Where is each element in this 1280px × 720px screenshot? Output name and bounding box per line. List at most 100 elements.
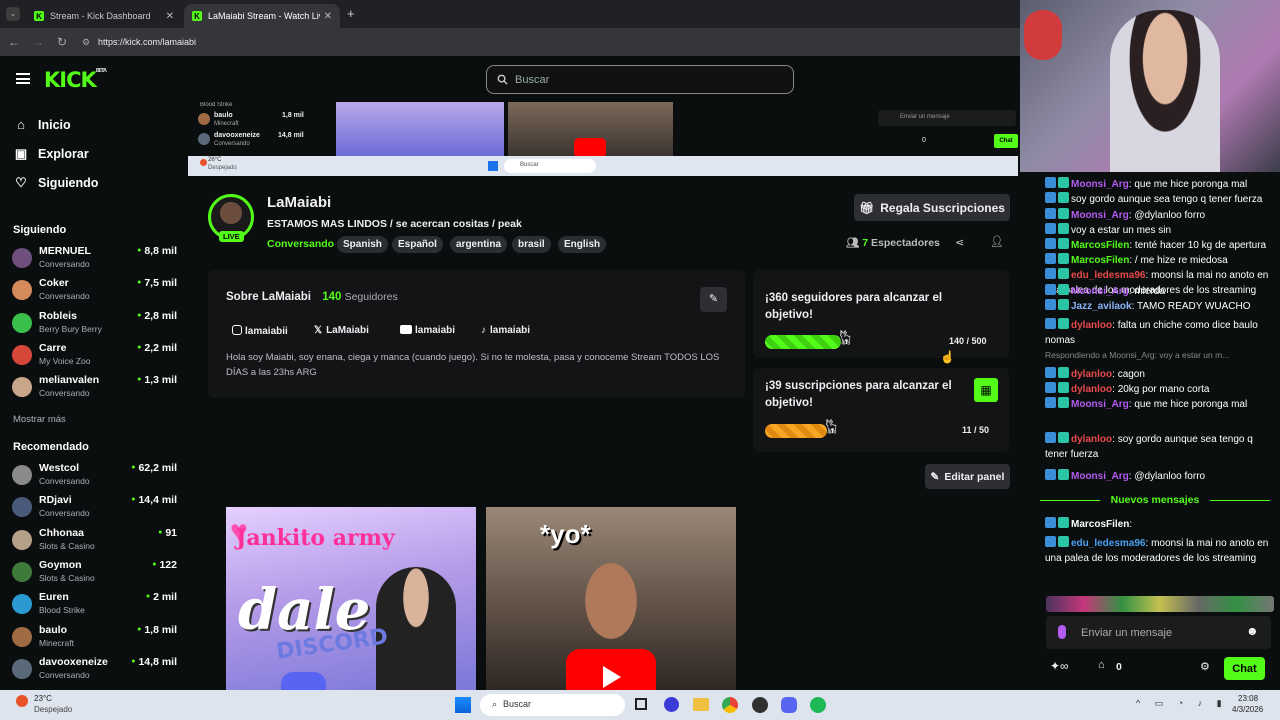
viewer-count: 7,5 mil bbox=[137, 277, 177, 289]
badge-icon bbox=[1045, 432, 1056, 443]
sidebar-channel[interactable]: EurenBlood Strike 2 mil bbox=[12, 590, 177, 620]
gift-sub-button[interactable]: ▦ bbox=[974, 378, 998, 402]
taskbar-search[interactable]: ⌕ Buscar bbox=[480, 694, 625, 716]
store-icon[interactable]: ⌂ bbox=[1098, 659, 1105, 671]
chat-username[interactable]: MarcosFilen bbox=[1071, 255, 1129, 266]
weather-temp: 23°C bbox=[34, 694, 52, 703]
show-more-link[interactable]: Mostrar más bbox=[13, 414, 66, 425]
badge-icon bbox=[1058, 382, 1069, 393]
chat-send-button[interactable]: Chat bbox=[1224, 657, 1265, 680]
app-icon[interactable] bbox=[664, 697, 679, 712]
tab-list-button[interactable]: ⌄ bbox=[6, 7, 20, 21]
edit-panel-button[interactable]: ✎ Editar panel bbox=[925, 464, 1010, 489]
browser-tab-bar: ⌄ K Stream - Kick Dashboard ✕ K LaMaiabi… bbox=[0, 0, 1020, 28]
chat-username[interactable]: dylanloo bbox=[1071, 434, 1112, 445]
chat-username[interactable]: Moonsi_Arg bbox=[1071, 210, 1129, 221]
tag-english[interactable]: English bbox=[558, 236, 607, 253]
close-tab-icon[interactable]: ✕ bbox=[324, 11, 332, 22]
share-icon[interactable]: ⋖ bbox=[955, 236, 964, 249]
sidebar-channel[interactable]: bauloMinecraft 1,8 mil bbox=[12, 623, 177, 653]
task-view-icon[interactable] bbox=[635, 698, 647, 710]
badge-icon bbox=[1045, 208, 1056, 219]
sidebar-channel[interactable]: GoymonSlots & Casino 122 bbox=[12, 558, 177, 588]
chat-message-input[interactable]: Enviar un mensaje ☻ bbox=[1046, 616, 1271, 649]
sidebar-channel[interactable]: CarreMy Voice Zoo 2,2 mil bbox=[12, 341, 177, 371]
tag-brasil[interactable]: brasil bbox=[512, 236, 551, 253]
sidebar-channel[interactable]: RobleisBerry Bury Berry 2,8 mil bbox=[12, 309, 177, 339]
site-info-icon[interactable]: ⚙ bbox=[76, 37, 96, 48]
user-settings-icon[interactable]: 👤︎ bbox=[990, 235, 1004, 248]
sidebar-channel[interactable]: ChhonaaSlots & Casino 91 bbox=[12, 526, 177, 556]
windows-start-icon[interactable] bbox=[455, 697, 471, 713]
infinity-icon[interactable]: ✦∞ bbox=[1050, 659, 1069, 673]
sidebar-channel[interactable]: melianvalenConversando 1,3 mil bbox=[12, 373, 177, 403]
sidebar-channel[interactable]: davooxeneizeConversando 14,8 mil bbox=[12, 655, 177, 685]
microphone-icon[interactable] bbox=[1058, 625, 1066, 639]
badge-icon bbox=[1045, 318, 1056, 329]
tray-icons[interactable]: ^ ▭ ◔ ♪ ▮ bbox=[1136, 698, 1228, 709]
tag-spanish[interactable]: Spanish bbox=[337, 236, 388, 253]
chat-username[interactable]: Moonsi_Arg bbox=[1071, 286, 1129, 297]
chat-username[interactable]: edu_ledesma96 bbox=[1071, 270, 1146, 281]
social-x[interactable]: 𝕏 LaMaiabi bbox=[314, 325, 369, 336]
menu-icon[interactable] bbox=[16, 73, 30, 84]
explorer-icon[interactable] bbox=[693, 698, 709, 711]
instagram-icon bbox=[232, 325, 242, 335]
kick-logo[interactable]: KICKBETA bbox=[44, 68, 107, 92]
stream-category[interactable]: Conversando bbox=[267, 238, 334, 250]
gift-subs-button[interactable]: 🎁︎ Regala Suscripciones bbox=[854, 194, 1010, 221]
chat-username[interactable]: Jazz_avilaok bbox=[1071, 301, 1132, 312]
social-youtube[interactable]: lamaiabi bbox=[400, 325, 455, 336]
new-tab-button[interactable]: + bbox=[347, 6, 355, 21]
chat-username[interactable]: dylanloo bbox=[1071, 320, 1112, 331]
chat-username[interactable]: edu_ledesma96 bbox=[1071, 538, 1146, 549]
social-tiktok[interactable]: ♪ lamaiabi bbox=[481, 325, 530, 336]
nav-siguiendo[interactable]: ♡ Siguiendo bbox=[14, 176, 98, 191]
back-icon[interactable]: ← bbox=[4, 35, 24, 49]
chat-username[interactable]: dylanloo bbox=[1071, 384, 1112, 395]
sidebar-channel[interactable]: CokerConversando 7,5 mil bbox=[12, 276, 177, 306]
viewer-count: 1,8 mil bbox=[137, 624, 177, 636]
channel-name[interactable]: LaMaiabi bbox=[267, 194, 331, 211]
emoji-icon[interactable]: ☻ bbox=[1246, 624, 1259, 638]
forward-icon[interactable]: → bbox=[28, 35, 48, 49]
about-title: Sobre LaMaiabi 140 Seguidores bbox=[226, 291, 398, 303]
chat-username[interactable]: MarcosFilen bbox=[1071, 240, 1129, 251]
sidebar-channel[interactable]: MERNUEL Conversando 8,8 mil bbox=[12, 244, 177, 274]
nav-inicio[interactable]: ⌂ Inicio bbox=[14, 118, 71, 133]
inner-row-sub: Conversando bbox=[214, 141, 250, 147]
obs-icon[interactable] bbox=[752, 697, 768, 713]
chat-settings-icon[interactable]: ⚙ bbox=[1200, 660, 1210, 673]
sidebar-channel[interactable]: Westcol Conversando 62,2 mil bbox=[12, 461, 177, 491]
reload-icon[interactable]: ↻ bbox=[52, 35, 72, 49]
youtube-panel-image[interactable]: *yo* bbox=[486, 507, 736, 690]
about-panel: Sobre LaMaiabi 140 Seguidores ✎ lamaiabi… bbox=[208, 270, 745, 398]
nav-explorar[interactable]: ▣ Explorar bbox=[14, 147, 89, 162]
sidebar-channel[interactable]: RDjaviConversando 14,4 mil bbox=[12, 493, 177, 523]
discord-icon[interactable] bbox=[781, 697, 797, 713]
edit-about-button[interactable]: ✎ bbox=[700, 287, 727, 312]
close-tab-icon[interactable]: ✕ bbox=[166, 11, 174, 22]
search-input[interactable]: Buscar bbox=[486, 65, 794, 94]
chat-text: / me hize re miedosa bbox=[1134, 255, 1228, 266]
tag-argentina[interactable]: argentina bbox=[450, 236, 508, 253]
chat-username[interactable]: Moonsi_Arg bbox=[1071, 399, 1129, 410]
chat-username[interactable]: MarcosFilen bbox=[1071, 519, 1129, 530]
weather-icon bbox=[16, 695, 28, 707]
chat-username[interactable]: Moonsi_Arg bbox=[1071, 471, 1129, 482]
clock-date[interactable]: 4/3/2026 bbox=[1232, 705, 1263, 714]
inner-avatar bbox=[198, 113, 210, 125]
tab-lamaiabi-stream[interactable]: K LaMaiabi Stream - Watch Live o ✕ bbox=[184, 4, 340, 28]
tab-kick-dashboard[interactable]: K Stream - Kick Dashboard ✕ bbox=[26, 4, 182, 28]
chat-username[interactable]: Moonsi_Arg bbox=[1071, 179, 1129, 190]
clock-time[interactable]: 23:08 bbox=[1238, 694, 1258, 703]
url-field[interactable]: https://kick.com/lamaiabi bbox=[98, 37, 196, 47]
tag-espanol[interactable]: Español bbox=[392, 236, 443, 253]
spotify-icon[interactable] bbox=[810, 697, 826, 713]
discord-panel-image[interactable]: ♥ Jankito army dale DISCORD bbox=[226, 507, 476, 690]
social-instagram[interactable]: lamaiabii bbox=[232, 325, 288, 337]
viewer-count: 91 bbox=[158, 527, 177, 539]
viewer-count: 2,2 mil bbox=[137, 342, 177, 354]
chrome-icon[interactable] bbox=[722, 697, 738, 713]
chat-username[interactable]: dylanloo bbox=[1071, 369, 1112, 380]
